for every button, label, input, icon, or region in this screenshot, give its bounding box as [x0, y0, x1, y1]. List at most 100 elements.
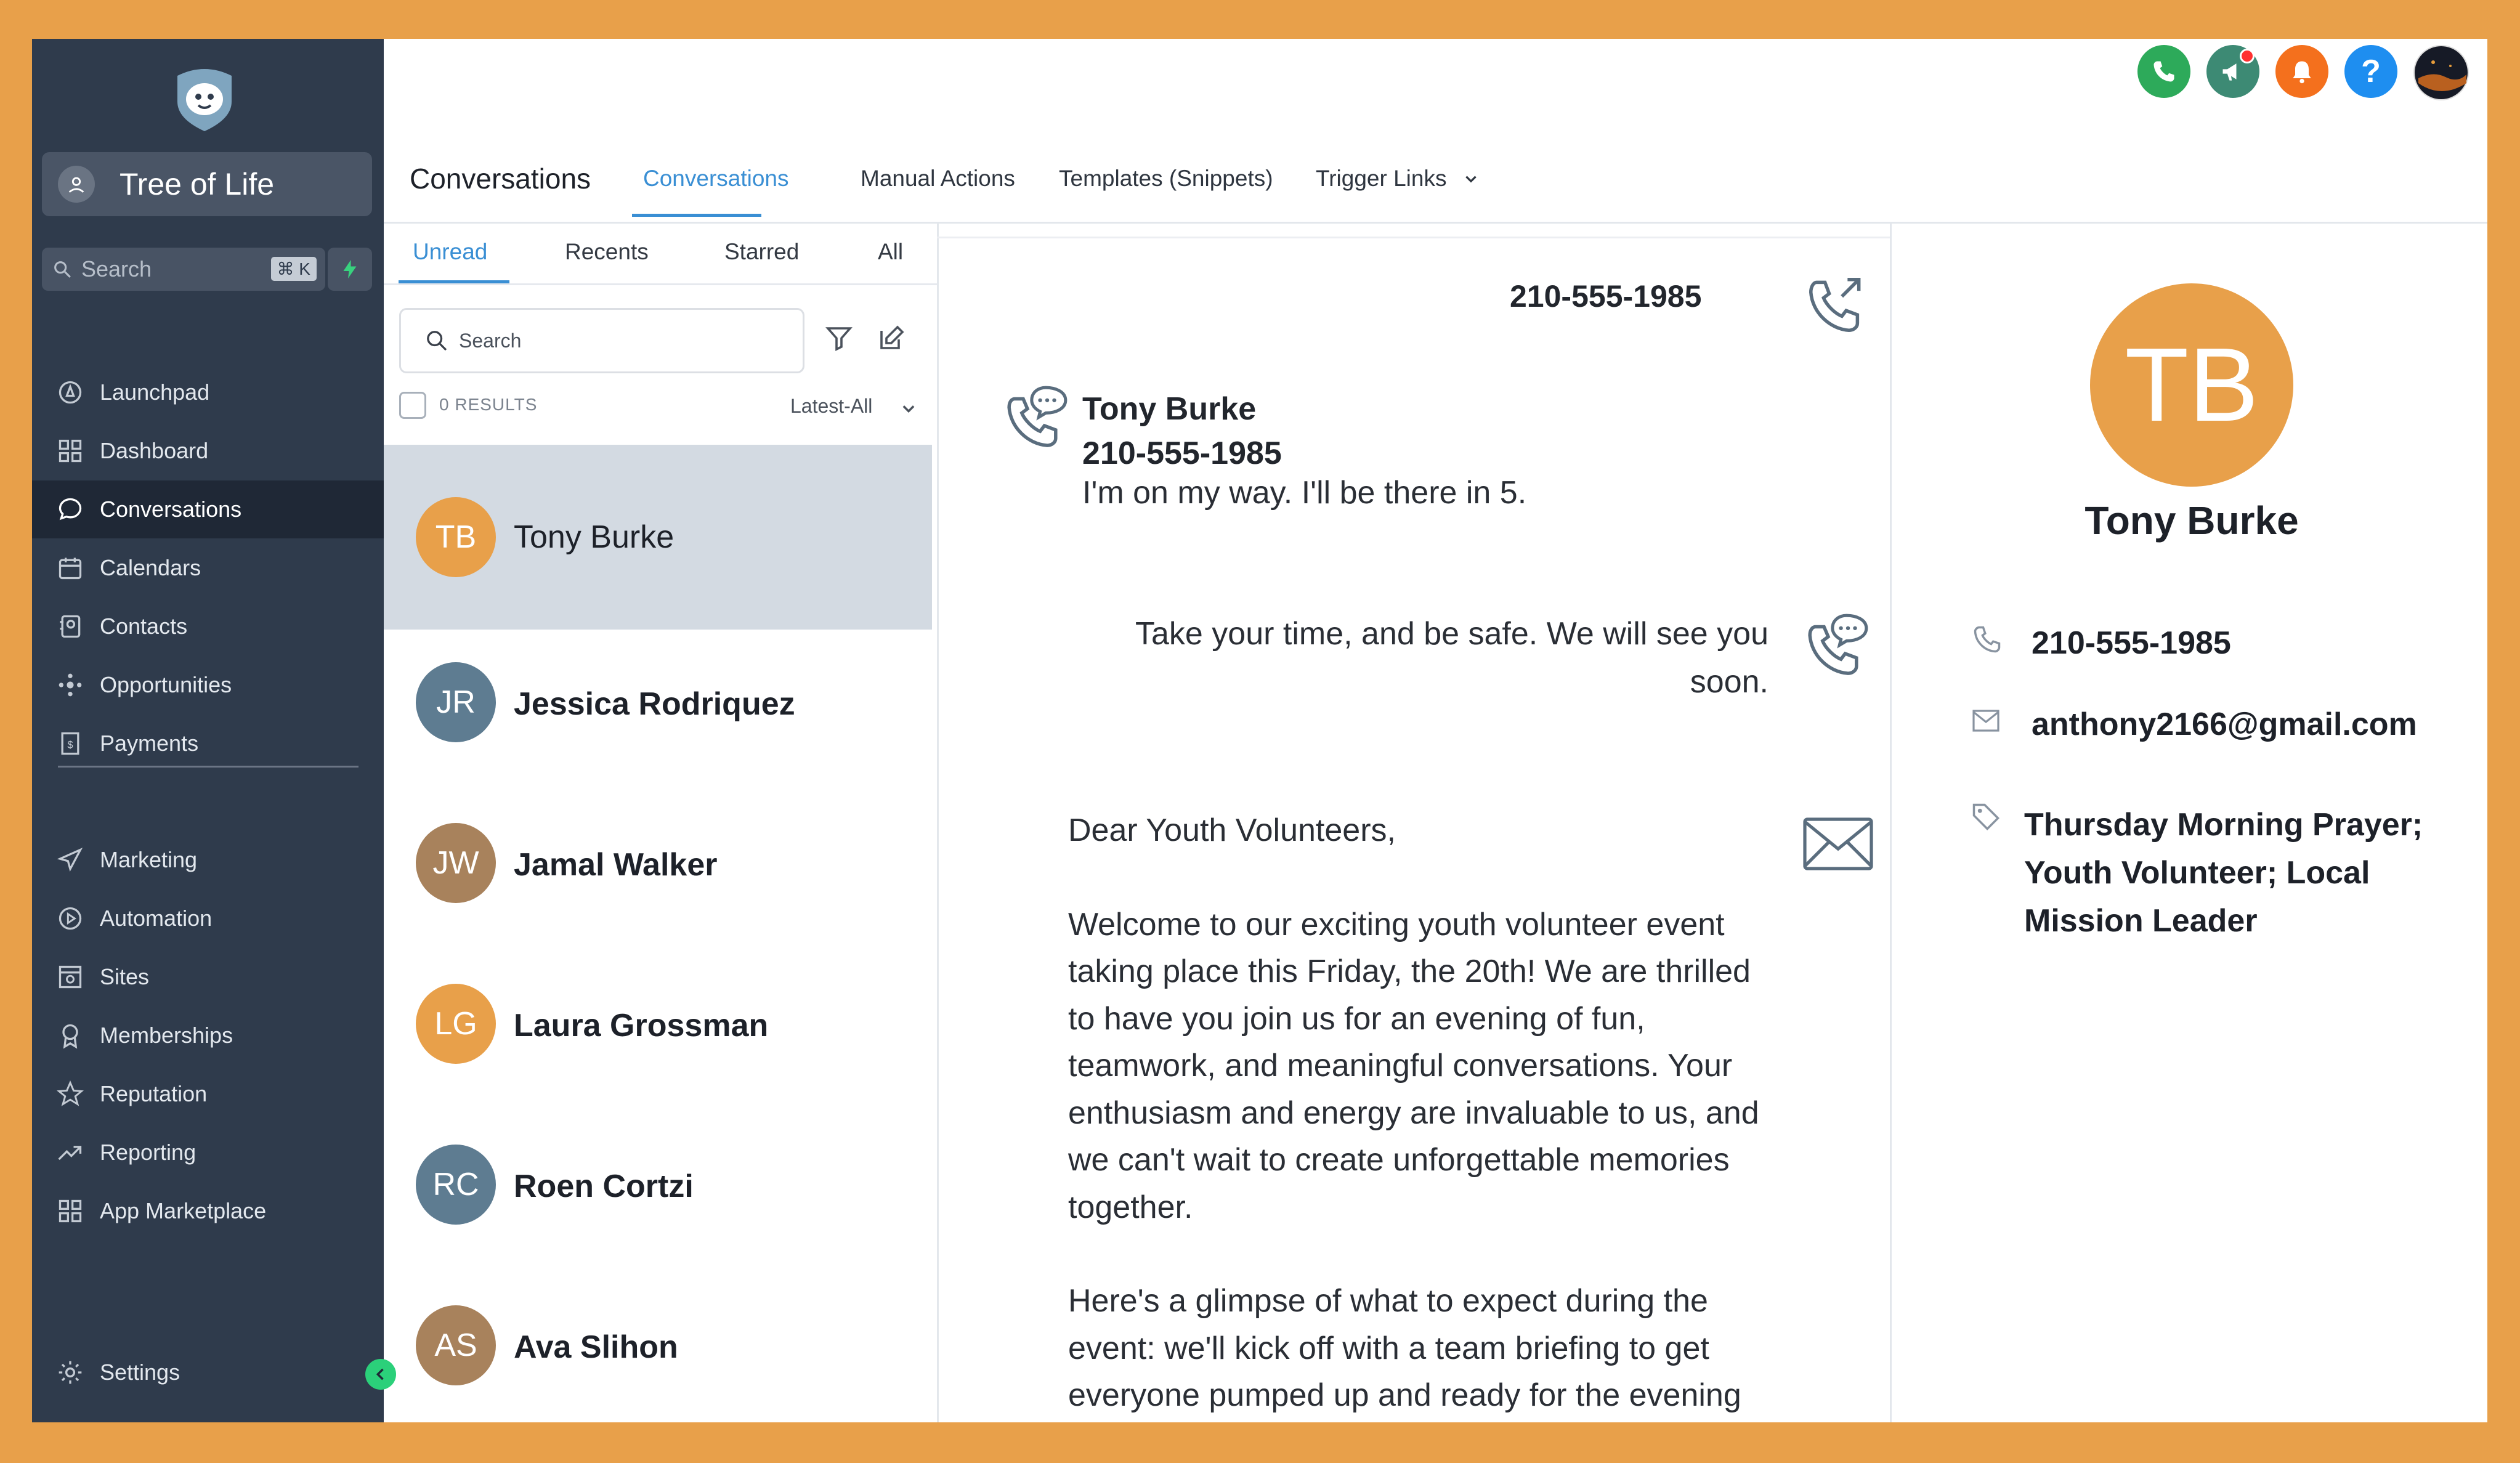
sidebar-item-marketing[interactable]: Marketing — [32, 831, 384, 889]
conversation-item-tony-burke[interactable]: TB Tony Burke — [384, 445, 932, 630]
page-title: Conversations — [410, 163, 591, 195]
search-icon — [52, 259, 73, 280]
account-switcher[interactable]: Tree of Life — [42, 152, 372, 216]
email-message: Dear Youth Volunteers, Welcome to our ex… — [1068, 807, 1770, 1422]
envelope-icon — [1802, 816, 1874, 875]
tab-starred[interactable]: Starred — [724, 239, 799, 265]
tab-templates[interactable]: Templates (Snippets) — [1059, 166, 1273, 192]
sidebar-item-label: Automation — [100, 906, 213, 931]
sidebar-item-label: Launchpad — [100, 379, 210, 405]
location-icon — [58, 166, 95, 203]
help-button[interactable]: ? — [2344, 45, 2397, 98]
contact-tags: Thursday Morning Prayer; Youth Volunteer… — [2024, 801, 2423, 945]
conversation-item-laura-grossman[interactable]: LG Laura Grossman — [384, 949, 932, 1134]
contact-name: Ava Slihon — [514, 1329, 678, 1365]
rocket-icon — [54, 376, 86, 408]
tag-line: Mission Leader — [2024, 903, 2258, 939]
sidebar-item-label: Conversations — [100, 496, 242, 522]
tab-unread[interactable]: Unread — [413, 239, 487, 265]
announcements-button[interactable] — [2206, 45, 2259, 98]
incoming-message: I'm on my way. I'll be there in 5. — [1082, 475, 1527, 511]
opportunities-icon — [54, 669, 86, 701]
tab-manual-actions[interactable]: Manual Actions — [861, 166, 1015, 192]
apps-icon — [54, 1195, 86, 1227]
conversation-item-jamal-walker[interactable]: JW Jamal Walker — [384, 788, 932, 973]
star-icon — [54, 1078, 86, 1110]
select-all-checkbox[interactable] — [399, 392, 426, 419]
chevron-left-icon — [372, 1366, 389, 1383]
sidebar-item-label: Reputation — [100, 1081, 208, 1106]
conversation-item-ava-slihon[interactable]: AS Ava Slihon — [384, 1271, 932, 1422]
sidebar-item-automation[interactable]: Automation — [32, 890, 384, 947]
notifications-button[interactable] — [2275, 45, 2328, 98]
reply-line: soon. — [1690, 664, 1768, 700]
quick-actions-button[interactable] — [328, 248, 372, 291]
contact-name: Jessica Rodriquez — [514, 686, 795, 722]
sidebar-item-reputation[interactable]: Reputation — [32, 1065, 384, 1123]
sidebar: Tree of Life Search ⌘ K Launchpad Dashbo… — [32, 39, 384, 1422]
thread-divider — [937, 237, 1890, 238]
account-name: Tree of Life — [120, 167, 275, 201]
sidebar-item-label: Memberships — [100, 1023, 233, 1048]
sites-icon — [54, 961, 86, 993]
contact-phone[interactable]: 210-555-1985 — [2032, 625, 2231, 662]
sidebar-search[interactable]: Search ⌘ K — [42, 248, 325, 291]
conversation-search-input[interactable]: Search — [399, 308, 804, 373]
sidebar-item-dashboard[interactable]: Dashboard — [32, 422, 384, 480]
svg-text:$: $ — [67, 739, 73, 750]
tab-conversations[interactable]: Conversations — [643, 166, 789, 192]
active-tab-indicator — [632, 214, 761, 217]
conversation-list: Unread Recents Starred All Search 0 RESU… — [384, 222, 939, 1422]
sidebar-item-sites[interactable]: Sites — [32, 948, 384, 1006]
filter-icon[interactable] — [824, 323, 854, 356]
sidebar-item-memberships[interactable]: Memberships — [32, 1007, 384, 1064]
automation-icon — [54, 902, 86, 934]
sidebar-item-label: Opportunities — [100, 672, 232, 697]
tab-recents[interactable]: Recents — [565, 239, 649, 265]
bell-icon — [2288, 58, 2315, 85]
sidebar-item-contacts[interactable]: Contacts — [32, 598, 384, 655]
outgoing-call-icon[interactable] — [1802, 271, 1870, 342]
contact-name: Laura Grossman — [514, 1008, 769, 1044]
conversation-item-roen-cortzi[interactable]: RC Roen Cortzi — [384, 1110, 932, 1295]
tab-trigger-links-label: Trigger Links — [1316, 166, 1447, 191]
phone-button[interactable] — [2137, 45, 2190, 98]
trend-icon — [54, 1137, 86, 1169]
help-icon: ? — [2361, 54, 2381, 89]
brand-logo[interactable] — [169, 65, 240, 132]
search-icon — [424, 328, 449, 353]
grid-icon — [54, 435, 86, 467]
contact-details-panel: TB Tony Burke 210-555-1985 anthony2166@g… — [1890, 222, 2487, 1422]
sidebar-item-settings[interactable]: Settings — [32, 1343, 384, 1401]
sidebar-item-label: Payments — [100, 731, 199, 756]
contact-name: Roen Cortzi — [514, 1169, 694, 1204]
tag-icon — [1970, 801, 2002, 836]
contact-email[interactable]: anthony2166@gmail.com — [2032, 706, 2417, 743]
sidebar-item-payments[interactable]: $ Payments — [32, 715, 384, 772]
outgoing-message: Take your time, and be safe. We will see… — [1122, 610, 1768, 706]
avatar: JW — [416, 823, 496, 903]
results-count: 0 RESULTS — [439, 395, 538, 414]
phone-icon — [1971, 623, 2003, 659]
message-sender: Tony Burke 210-555-1985 — [1082, 387, 1282, 476]
sort-dropdown[interactable]: Latest-All — [790, 395, 872, 418]
compose-icon[interactable] — [877, 323, 906, 356]
sidebar-item-calendars[interactable]: Calendars — [32, 539, 384, 597]
sidebar-item-opportunities[interactable]: Opportunities — [32, 656, 384, 714]
collapse-sidebar-button[interactable] — [365, 1359, 396, 1390]
sidebar-item-launchpad[interactable]: Launchpad — [32, 363, 384, 421]
user-avatar[interactable] — [2413, 45, 2469, 100]
tab-all[interactable]: All — [878, 239, 903, 265]
sidebar-item-app-marketplace[interactable]: App Marketplace — [32, 1182, 384, 1240]
sidebar-item-reporting[interactable]: Reporting — [32, 1124, 384, 1181]
avatar: TB — [416, 497, 496, 577]
sidebar-search-placeholder: Search — [81, 256, 152, 282]
award-icon — [54, 1019, 86, 1052]
sidebar-item-conversations[interactable]: Conversations — [32, 480, 384, 538]
conversation-item-jessica-rodriquez[interactable]: JR Jessica Rodriquez — [384, 628, 932, 813]
sidebar-item-label: Settings — [100, 1360, 180, 1385]
chat-icon — [54, 493, 86, 525]
tab-trigger-links[interactable]: Trigger Links — [1316, 166, 1479, 193]
shortcut-badge: ⌘ K — [270, 257, 317, 281]
chevron-down-icon[interactable] — [900, 400, 917, 421]
